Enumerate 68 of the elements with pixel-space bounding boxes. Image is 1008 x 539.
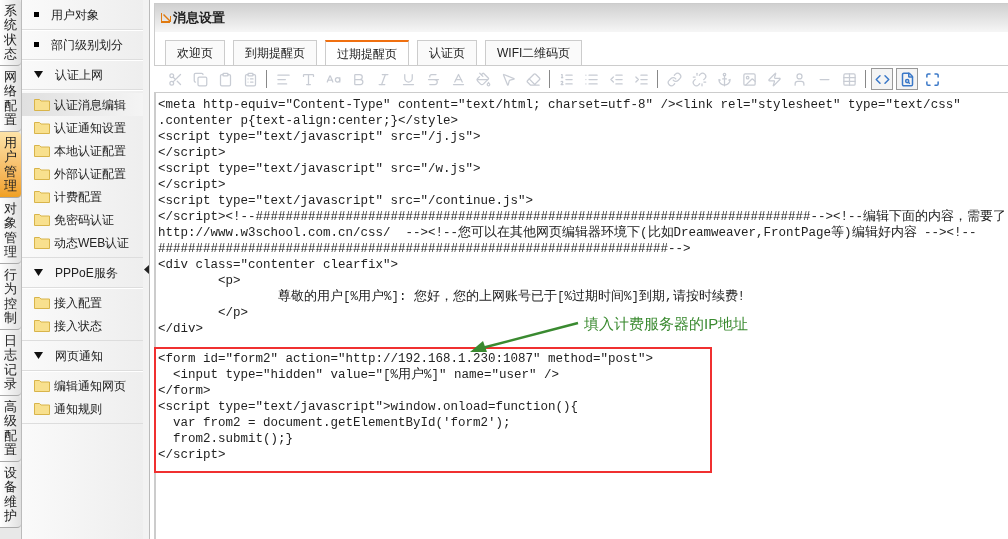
code-line: <script type="text/javascript">window.onload=function(){ [158, 399, 579, 415]
folder-icon [34, 167, 50, 180]
code-line: <script type="text/javascript" src="/j.js"> [158, 129, 481, 145]
folder-icon [34, 144, 50, 157]
menu-item[interactable]: 认证消息编辑 [22, 93, 143, 116]
tab[interactable]: 欢迎页 [165, 40, 225, 65]
code-line: </script> [158, 447, 226, 463]
folder-icon [34, 121, 50, 134]
menu-header[interactable]: 用户对象 [22, 0, 143, 30]
code-line: <form id="form2" action="http://192.168.1.230:1087" method="post"> [158, 351, 654, 367]
menu-item[interactable]: 免密码认证 [22, 208, 143, 231]
menu-item[interactable]: 本地认证配置 [22, 139, 143, 162]
square-bullet-icon [34, 12, 39, 17]
menu-item[interactable]: 编辑通知网页 [22, 374, 143, 397]
code-line: </form> [158, 383, 211, 399]
panel-header: 消息设置 [155, 4, 1008, 32]
tab[interactable]: 到期提醒页 [233, 40, 317, 65]
folder-icon [34, 236, 50, 249]
code-icon[interactable] [871, 68, 893, 90]
code-line: <input type="hidden" value="[%用户%]" name="user" /> [172, 367, 560, 383]
arrow-icon [161, 13, 171, 23]
tab[interactable]: WIFI二维码页 [485, 40, 583, 65]
side-tab[interactable]: 用户管理 [0, 132, 21, 198]
menu-item[interactable]: 认证通知设置 [22, 116, 143, 139]
folder-icon [34, 98, 50, 111]
code-line: var from2 = document.getElementById('form2'); [172, 415, 511, 431]
menu-item[interactable]: 通知规则 [22, 397, 143, 420]
annotation-text: 填入计费服务器的IP地址 [584, 315, 749, 333]
tab[interactable]: 认证页 [417, 40, 477, 65]
folder-icon [34, 296, 50, 309]
code-line: <meta http-equiv="Content-Type" content="text/html; charset=utf-8" /><link rel="stylesheet" type="text/css" [158, 97, 961, 113]
side-tab[interactable]: 系统状态 [0, 0, 21, 66]
menu-header[interactable]: 网页通知 [22, 341, 143, 371]
code-line: http://www.w3school.com.cn/css/ --><!--您可以在其他网页编辑器环境下(比如Dreamweaver,FrontPage等)编辑好内容 --><!-- [158, 225, 977, 241]
code-line: </p> [217, 305, 248, 321]
side-tab[interactable]: 行为控制 [0, 264, 21, 330]
code-line: </div> [158, 321, 203, 337]
menu-item[interactable]: 外部认证配置 [22, 162, 143, 185]
code-line: <div class="contenter clearfix"> [158, 257, 399, 273]
code-line: from2.submit();} [172, 431, 294, 447]
side-tab[interactable]: 高级配置 [0, 396, 21, 462]
menu-item[interactable]: 接入配置 [22, 291, 143, 314]
code-line: .contenter p{text-align:center;}</style> [158, 113, 459, 129]
menu-header[interactable]: 认证上网 [22, 60, 143, 90]
side-tab[interactable]: 对象管理 [0, 198, 21, 264]
menu-item[interactable]: 接入状态 [22, 314, 143, 337]
folder-icon [34, 319, 50, 332]
folder-icon [34, 213, 50, 226]
side-tab[interactable]: 网络配置 [0, 66, 21, 132]
menu-header[interactable]: PPPoE服务 [22, 258, 143, 288]
menu-item[interactable]: 动态WEB认证 [22, 231, 143, 254]
code-line: <script type="text/javascript" src="/w.js"> [158, 161, 481, 177]
code-line: <p> [217, 273, 241, 289]
folder-icon [34, 402, 50, 415]
code-line: </script><!--##########################################################################--><!--编辑下面的内容，需要了 [158, 209, 1007, 225]
tab[interactable]: 过期提醒页 [325, 40, 409, 65]
folder-icon [34, 190, 50, 203]
preview-icon[interactable] [896, 68, 918, 90]
folder-icon [34, 379, 50, 392]
menu-item[interactable]: 计费配置 [22, 185, 143, 208]
side-tab[interactable]: 设备维护 [0, 462, 21, 528]
square-bullet-icon [34, 42, 39, 47]
code-line: ####################################################################--> [158, 241, 691, 257]
code-line: 尊敬的用户[%用户%]: 您好，您的上网账号已于[%过期时间%]到期,请按时续费! [277, 289, 746, 305]
code-line: </script> [158, 177, 226, 193]
code-line: <script type="text/javascript" src="/continue.js"> [158, 193, 534, 209]
code-line: </script> [158, 145, 226, 161]
side-tab[interactable]: 日志记录 [0, 330, 21, 396]
